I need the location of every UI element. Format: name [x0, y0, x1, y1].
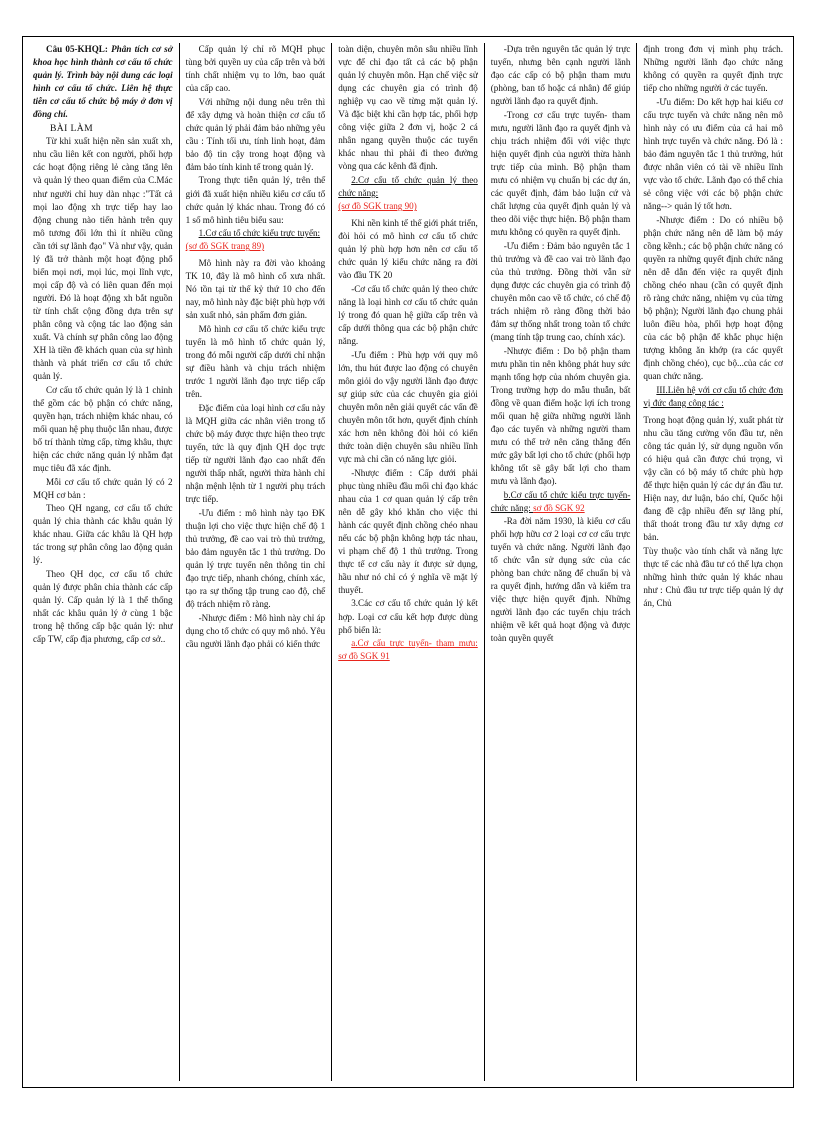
col3-para-2: Khi nền kinh tế thế giới phát triển, đòi…	[338, 218, 478, 281]
col2-para-8: -Nhược điểm : Mô hình này chỉ áp dụng ch…	[185, 612, 326, 649]
question-label: Câu 05-KHQL:	[46, 44, 112, 54]
col5-para-1: định trong đơn vị mình phụ trách. Những …	[643, 44, 783, 94]
col4-para-3: -Ưu điểm : Đảm bảo nguyên tắc 1 thủ trưở…	[490, 240, 631, 343]
col1-para-4: Theo QH ngang, cơ cấu tổ chức quản lý ch…	[33, 503, 173, 566]
col4-heading-1: b.Cơ cấu tổ chức kiểu trực tuyến- chức n…	[491, 489, 631, 515]
column-1: Câu 05-KHQL: Phân tích cơ sở khoa học hì…	[27, 43, 180, 1081]
col3-heading-2-ref: a.Cơ cấu trực tuyến- tham mưu: sơ đồ SGK…	[338, 637, 478, 663]
col5-heading-1: III.Liên hệ với cơ cấu tổ chức đơn vị đứ…	[643, 384, 783, 410]
col2-para-2: Với những nội dung nêu trên thì để xây d…	[185, 96, 326, 172]
col3-heading-1: 2.Cơ cấu tổ chức quản lý theo chức năng:	[338, 174, 478, 200]
col4-para-2: -Trong cơ cấu trực tuyến- tham mưu, ngườ…	[490, 109, 631, 238]
col2-para-3: Trong thực tiễn quản lý, trên thế giới đ…	[185, 175, 326, 225]
col2-heading-1-text: 1.Cơ cấu tổ chức kiểu trực tuyến:	[198, 228, 321, 239]
column-5: định trong đơn vị mình phụ trách. Những …	[637, 43, 789, 1081]
col2-para-1: Cấp quản lý chỉ rõ MQH phục tùng bởi quy…	[185, 44, 326, 94]
col2-heading-1: 1.Cơ cấu tổ chức kiểu trực tuyến:	[186, 227, 326, 240]
question-text: Phân tích cơ sở khoa học hình thành cơ c…	[33, 44, 173, 120]
col5-heading-1-text: III.Liên hệ với cơ cấu tổ chức đơn vị đứ…	[643, 384, 783, 408]
col5-para-4: Trong hoạt động quản lý, xuất phát từ nh…	[643, 414, 783, 543]
col3-para-4: -Ưu điểm : Phù hợp với quy mô lớn, thu h…	[338, 349, 478, 464]
col1-para-1: Từ khi xuất hiện nền sản xuất xh, nhu cầ…	[33, 136, 173, 382]
col2-para-6: Đặc điểm của loại hình cơ cấu này là MQH…	[185, 402, 326, 505]
col3-para-5: -Nhược điểm : Cấp dưới phải phục tùng nh…	[338, 467, 478, 595]
col3-para-3: -Cơ cấu tổ chức quản lý theo chức năng l…	[338, 283, 478, 347]
column-container: Câu 05-KHQL: Phân tích cơ sở khoa học hì…	[27, 43, 789, 1081]
col3-heading-1-text: 2.Cơ cấu tổ chức quản lý theo chức năng:	[338, 174, 478, 199]
col4-para-5: -Ra đời năm 1930, là kiểu cơ cấu phối hợ…	[490, 515, 631, 644]
sgk-reference-89: (sơ đồ SGK trang 89)	[185, 241, 265, 252]
col2-para-4: Mô hình này ra đời vào khoảng TK 10, đây…	[185, 258, 326, 321]
col4-para-1: -Dựa trên nguyên tắc quản lý trực tuyến,…	[490, 44, 631, 107]
col4-para-4: -Nhược điểm : Do bộ phận tham mưu phần t…	[490, 345, 631, 487]
sgk-reference-91: a.Cơ cấu trực tuyến- tham mưu: sơ đồ SGK…	[338, 638, 478, 662]
sgk-reference-92: sơ đồ SGK 92	[533, 502, 585, 513]
col3-heading-1-ref: (sơ đồ SGK trang 90)	[338, 200, 478, 213]
col2-heading-1-ref: (sơ đồ SGK trang 89)	[186, 240, 326, 253]
col1-para-5: Theo QH dọc, cơ cấu tổ chức quản lý được…	[33, 568, 173, 645]
col1-para-3: Mỗi cơ cấu tổ chức quản lý có 2 MQH cơ b…	[33, 476, 173, 500]
col5-para-5: Tùy thuộc vào tính chất và năng lực thực…	[643, 545, 783, 608]
question-block: Câu 05-KHQL: Phân tích cơ sở khoa học hì…	[33, 43, 173, 121]
column-3: toàn diện, chuyên môn sâu nhiều lĩnh vực…	[332, 43, 485, 1081]
col5-para-3: -Nhược điểm : Do có nhiều bộ phận chức n…	[643, 214, 783, 382]
bailam-heading: BÀI LÀM	[50, 122, 94, 134]
sgk-reference-90: (sơ đồ SGK trang 90)	[338, 201, 417, 212]
col2-para-5: Mô hình cơ cấu tổ chức kiểu trực tuyến l…	[185, 323, 326, 400]
column-2: Cấp quản lý chỉ rõ MQH phục tùng bởi quy…	[180, 43, 333, 1081]
col2-para-7: -Ưu điểm : mô hình này tạo ĐK thuận lợi …	[185, 507, 326, 609]
col5-para-2: -Ưu điểm: Do kết hợp hai kiểu cơ cấu trự…	[643, 96, 783, 212]
col3-para-1: toàn diện, chuyên môn sâu nhiều lĩnh vực…	[338, 44, 478, 172]
document-page: Câu 05-KHQL: Phân tích cơ sở khoa học hì…	[0, 0, 816, 1123]
col3-para-6: 3.Các cơ cấu tổ chức quản lý kết hợp. Lo…	[338, 598, 478, 635]
col1-para-2: Cơ cấu tổ chức quản lý là 1 chỉnh thể gồ…	[33, 384, 173, 473]
column-4: -Dựa trên nguyên tắc quản lý trực tuyến,…	[485, 43, 638, 1081]
